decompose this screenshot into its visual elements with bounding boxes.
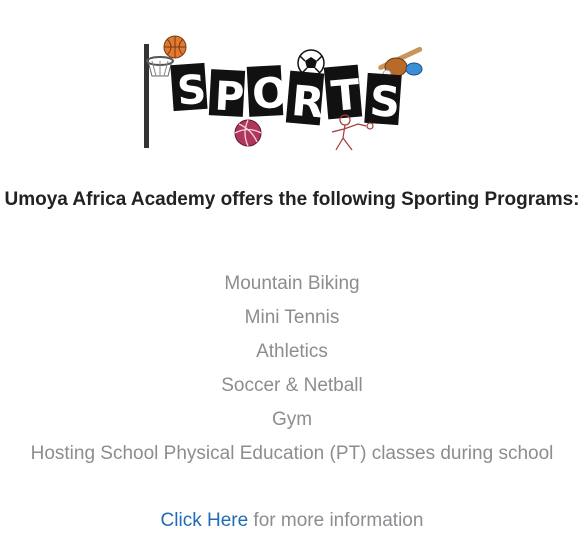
svg-text:S: S — [176, 67, 208, 115]
programs-headline: Umoya Africa Academy offers the followin… — [4, 189, 580, 210]
sports-wordmark: S P O R T S — [170, 62, 402, 128]
program-item: Hosting School Physical Education (PT) c… — [30, 443, 554, 464]
program-item: Mountain Biking — [224, 273, 360, 294]
more-info-suffix: for more information — [248, 510, 424, 531]
basketball-hoop-icon — [144, 44, 174, 148]
click-here-link[interactable]: Click Here — [161, 510, 249, 531]
program-item: Soccer & Netball — [221, 375, 363, 396]
program-item: Gym — [271, 409, 313, 430]
svg-text:S: S — [368, 76, 402, 127]
basketball-icon — [163, 35, 187, 59]
baseball-glove-icon — [378, 46, 423, 79]
svg-text:R: R — [290, 76, 326, 128]
sports-logo: S P O R T S — [0, 0, 584, 170]
more-info-line: Click Here for more information — [0, 505, 584, 537]
svg-text:P: P — [214, 73, 246, 120]
svg-text:O: O — [251, 68, 289, 119]
program-item: Athletics — [256, 341, 328, 362]
program-item: Mini Tennis — [244, 307, 340, 328]
svg-text:T: T — [329, 70, 362, 121]
sports-logo-graphic: S P O R T S — [144, 35, 423, 151]
programs-list: Mountain Biking Mini Tennis Athletics So… — [0, 267, 584, 471]
volleyball-icon — [234, 119, 262, 147]
